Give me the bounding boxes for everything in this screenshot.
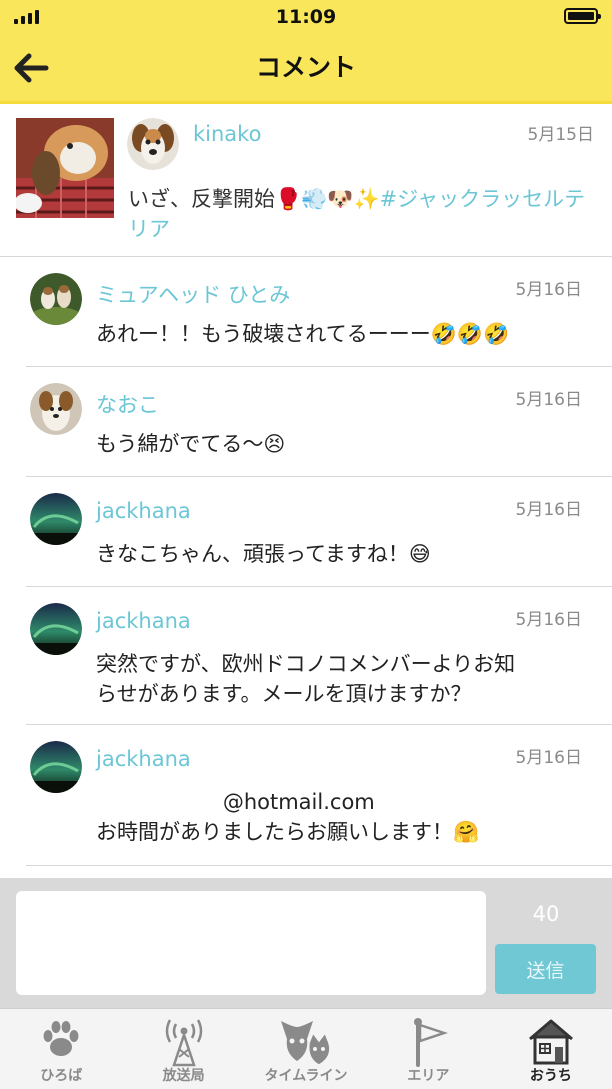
comment-input[interactable] [16, 891, 486, 995]
back-button[interactable] [10, 48, 52, 88]
tab-broadcast[interactable]: 放送局 [122, 1009, 244, 1089]
flag-icon [414, 1018, 449, 1067]
char-counter: 40 [532, 902, 560, 926]
commenter-avatar[interactable] [30, 273, 82, 325]
commenter-avatar[interactable] [30, 603, 82, 655]
broadcast-tower-icon [165, 1019, 202, 1067]
tab-label: ひろば [40, 1068, 83, 1084]
tab-label: 放送局 [162, 1068, 205, 1084]
send-button[interactable]: 送信 [495, 944, 596, 994]
commenter-avatar[interactable] [30, 383, 82, 435]
tab-hiroba[interactable]: ひろば [0, 1009, 122, 1089]
tab-bar: ひろば 放送局 タイムライン エリア おうち [0, 1008, 612, 1089]
comment-date: 5月16日 [515, 748, 582, 768]
status-bar: 11:09 [0, 0, 612, 34]
post-text: いざ、反撃開始🥊💨🐶✨#ジャックラッセルテリア [128, 184, 588, 244]
original-post: kinako 5月15日 いざ、反撃開始🥊💨🐶✨#ジャックラッセルテリア [0, 104, 612, 257]
post-photo[interactable] [16, 118, 114, 218]
commenter-avatar[interactable] [30, 493, 82, 545]
tab-timeline[interactable]: タイムライン [245, 1009, 367, 1089]
dog-cat-icon [281, 1021, 331, 1066]
page-title: コメント [255, 53, 356, 82]
comment-date: 5月16日 [515, 390, 582, 410]
house-icon [528, 1019, 573, 1065]
commenter-name[interactable]: jackhana [96, 499, 191, 523]
signal-icon [14, 8, 39, 24]
comment-item: jackhana 5月16日 きなこちゃん、頑張ってますね！😅 [26, 477, 612, 587]
comment-item: jackhana 5月16日 @hotmail.com お時間がありましたらお願… [26, 725, 612, 866]
comment-item: なおこ 5月16日 もう綿がでてる〜😣 [26, 367, 612, 477]
header-bar: コメント [0, 34, 612, 104]
post-username[interactable]: kinako [193, 122, 261, 146]
comment-date: 5月16日 [515, 280, 582, 300]
status-time: 11:09 [275, 6, 337, 28]
post-date: 5月15日 [527, 125, 594, 145]
tab-label: エリア [407, 1068, 450, 1084]
tab-area[interactable]: エリア [367, 1009, 489, 1089]
paw-icon [43, 1021, 79, 1056]
comment-text: もう綿がでてる〜😣 [96, 432, 286, 456]
battery-icon [564, 8, 601, 24]
commenter-name[interactable]: なおこ [96, 389, 159, 419]
comment-text: あれー！！もう破壊されてるーーー🤣🤣🤣 [96, 322, 510, 346]
commenter-name[interactable]: jackhana [96, 609, 191, 633]
comment-item: jackhana 5月16日 突然ですが、欧州ドコノコメンバーよりお知 らせがあ… [26, 587, 612, 725]
tab-home[interactable]: おうち [490, 1009, 612, 1089]
comment-text: @hotmail.com お時間がありましたらお願いします！🤗 [96, 790, 480, 844]
commenter-name[interactable]: ミュアヘッド ひとみ [96, 279, 290, 309]
comment-item: ミュアヘッド ひとみ 5月16日 あれー！！もう破壊されてるーーー🤣🤣🤣 [26, 257, 612, 367]
comment-composer: 40 送信 [0, 878, 612, 1008]
back-arrow-icon [14, 53, 49, 83]
comment-text: きなこちゃん、頑張ってますね！😅 [96, 542, 431, 566]
commenter-name[interactable]: jackhana [96, 747, 191, 771]
tab-label: タイムライン [264, 1068, 348, 1084]
commenter-avatar[interactable] [30, 741, 82, 793]
comment-text: 突然ですが、欧州ドコノコメンバーよりお知 らせがあります。メールを頂けますか？ [96, 652, 516, 706]
post-body: いざ、反撃開始🥊💨🐶✨ [128, 187, 380, 211]
comment-date: 5月16日 [515, 500, 582, 520]
user-avatar[interactable] [127, 118, 179, 170]
tab-label: おうち [529, 1068, 572, 1084]
comment-list[interactable]: kinako 5月15日 いざ、反撃開始🥊💨🐶✨#ジャックラッセルテリア ミュア… [0, 104, 612, 878]
comment-date: 5月16日 [515, 610, 582, 630]
